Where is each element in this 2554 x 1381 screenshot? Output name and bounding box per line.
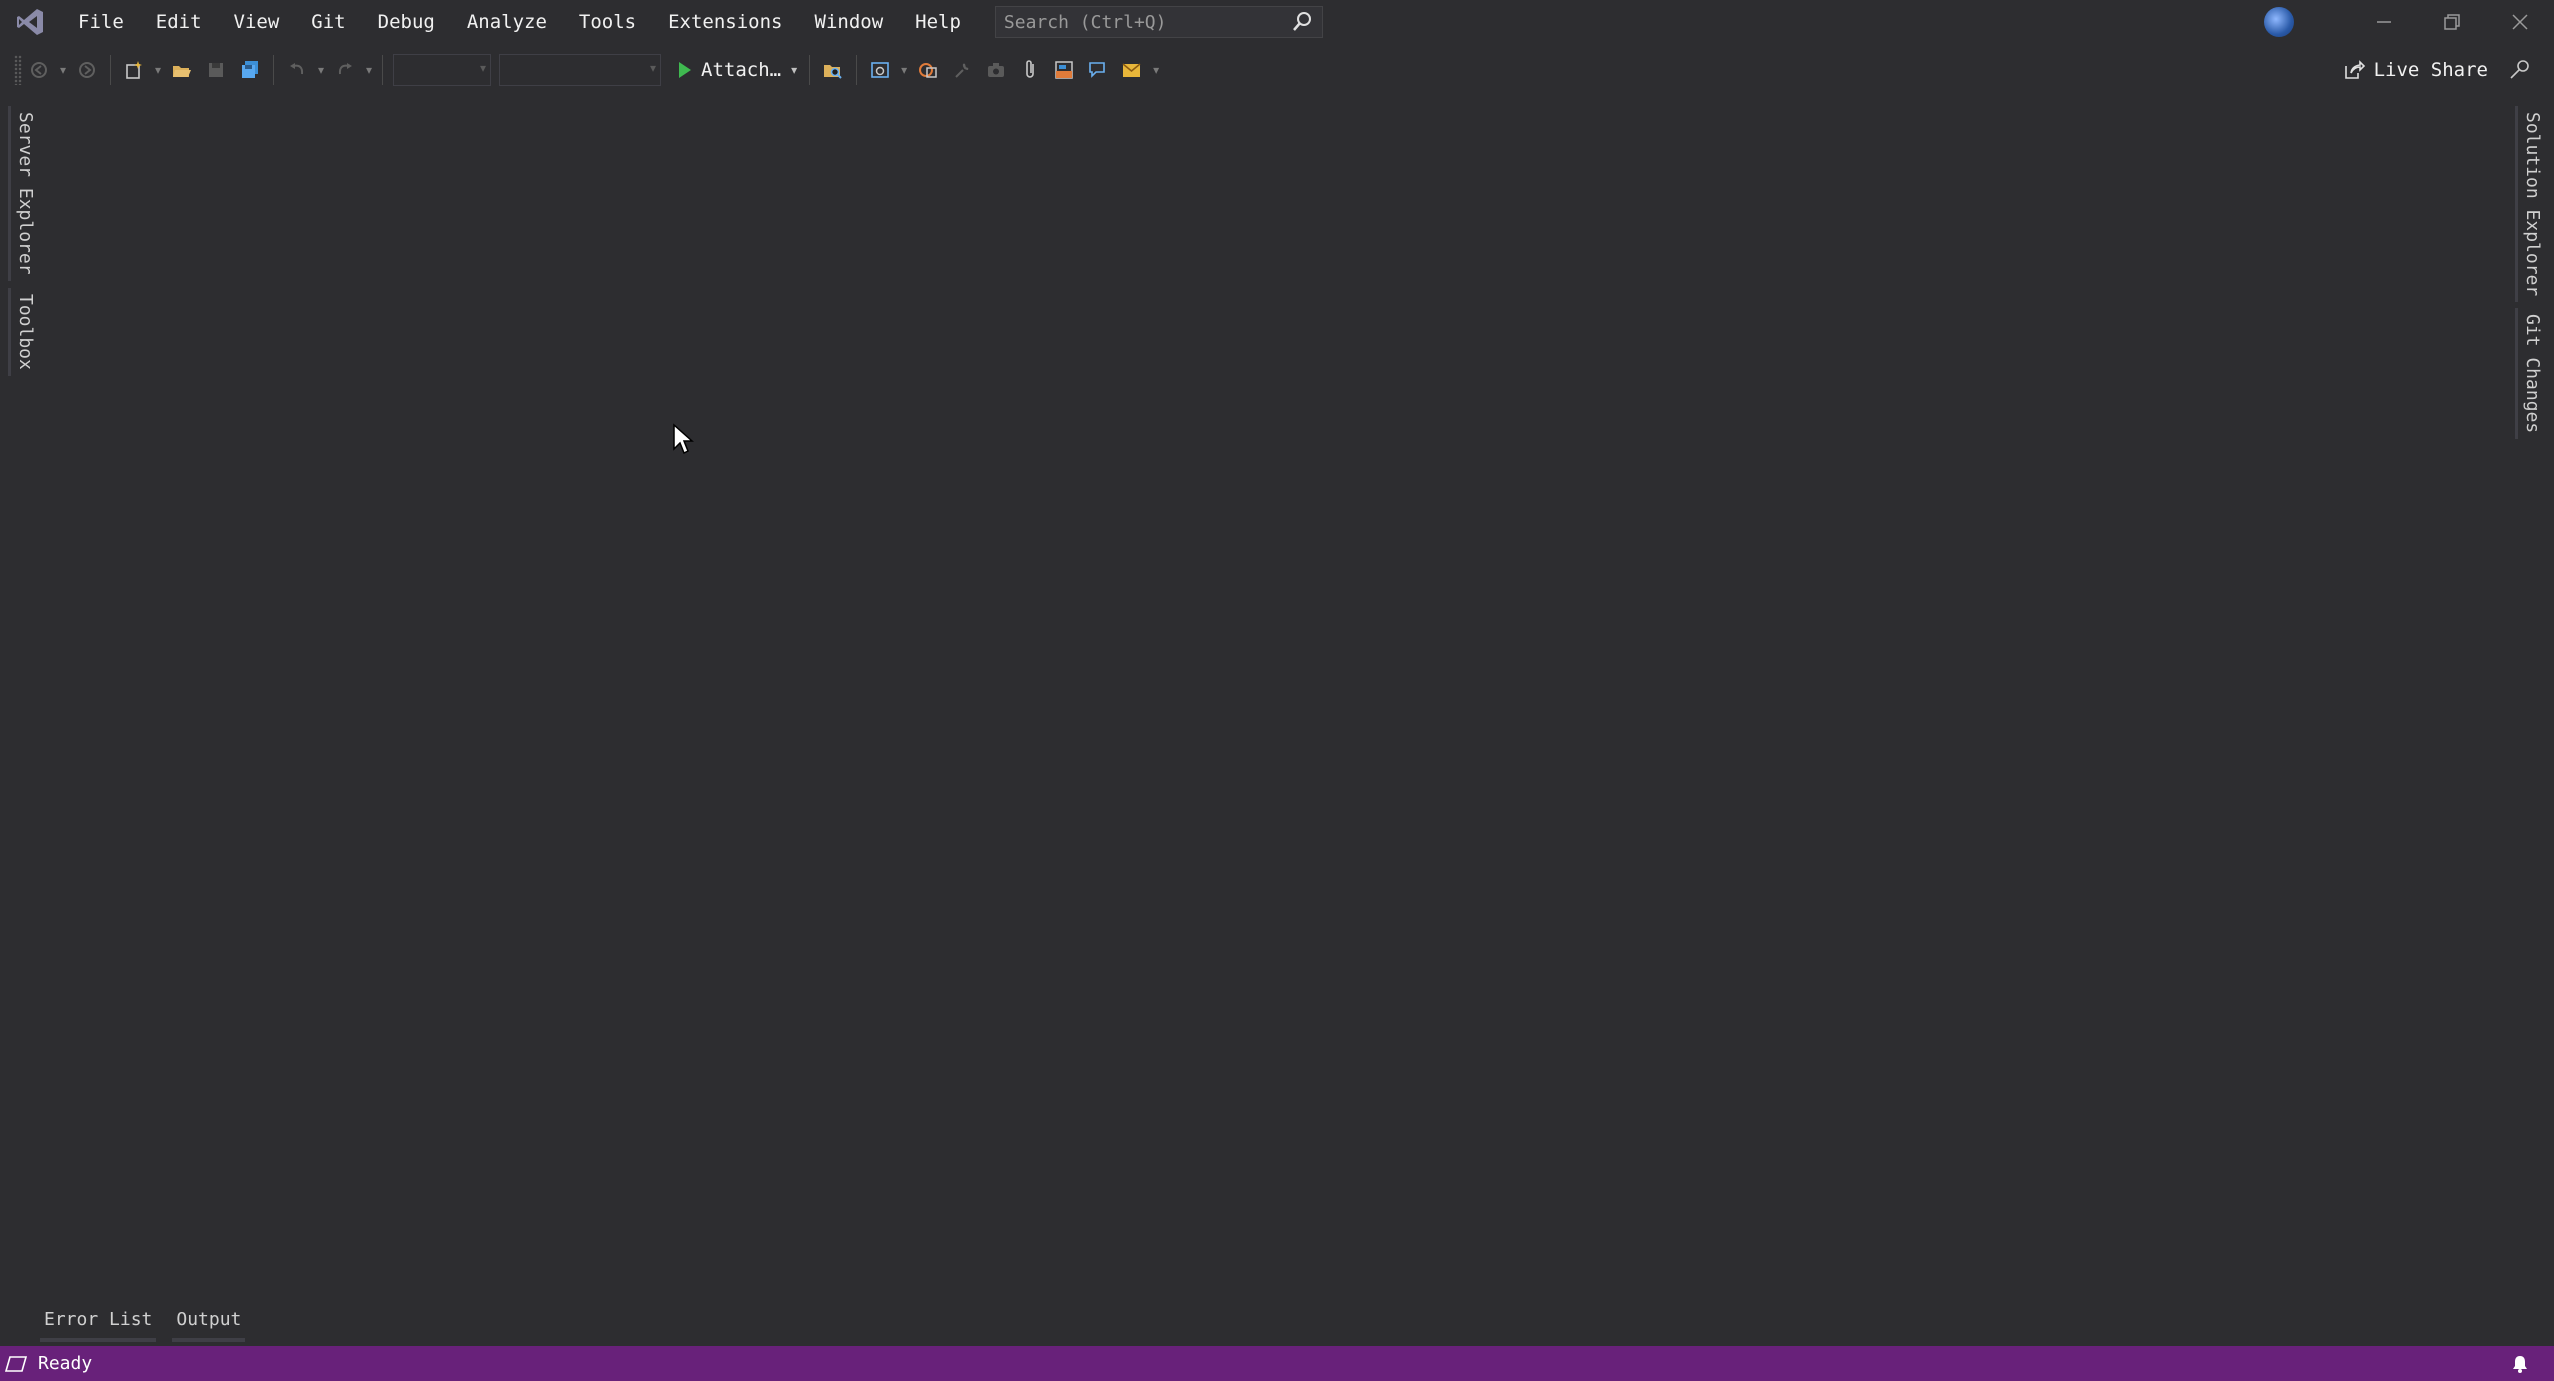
attach-button[interactable]: Attach… ▾: [673, 54, 803, 86]
tab-solution-explorer[interactable]: Solution Explorer: [2515, 106, 2546, 303]
bottom-tool-window-tabs: Error List Output: [40, 1302, 261, 1342]
browser-link-icon[interactable]: [865, 55, 895, 85]
search-placeholder: Search (Ctrl+Q): [1003, 11, 1167, 33]
live-share-button[interactable]: Live Share: [2342, 44, 2488, 96]
right-tool-window-rail: Solution Explorer Git Changes: [2514, 100, 2554, 1340]
menu-git[interactable]: Git: [295, 0, 361, 44]
left-tool-window-rail: Server Explorer Toolbox: [0, 100, 40, 1340]
title-bar: File Edit View Git Debug Analyze Tools E…: [0, 0, 2554, 44]
menu-tools[interactable]: Tools: [563, 0, 652, 44]
mouse-cursor-icon: [673, 423, 694, 455]
search-icon[interactable]: [1290, 10, 1314, 34]
undo-dropdown-icon[interactable]: ▾: [314, 55, 328, 85]
tab-toolbox[interactable]: Toolbox: [8, 288, 36, 376]
undo-icon[interactable]: [282, 55, 312, 85]
wrench-icon[interactable]: [947, 55, 977, 85]
toolbar-grip-icon[interactable]: [14, 55, 22, 85]
visual-studio-logo-icon[interactable]: [10, 0, 50, 44]
browser-link-dropdown-icon[interactable]: ▾: [897, 55, 911, 85]
feedback-mail-icon[interactable]: [1117, 55, 1147, 85]
toolbar-options-icon[interactable]: [913, 55, 943, 85]
share-icon: [2344, 60, 2365, 79]
toolbar-separator: [382, 55, 383, 85]
attach-dropdown-icon[interactable]: ▾: [791, 63, 797, 77]
menu-bar: File Edit View Git Debug Analyze Tools E…: [62, 0, 977, 44]
tab-git-changes[interactable]: Git Changes: [2515, 308, 2546, 440]
play-icon: [679, 62, 691, 78]
pin-icon[interactable]: [2506, 57, 2532, 83]
tab-error-list[interactable]: Error List: [40, 1309, 157, 1342]
paperclip-icon[interactable]: [1015, 55, 1045, 85]
solution-platform-select[interactable]: [499, 54, 661, 86]
menu-file[interactable]: File: [62, 0, 140, 44]
redo-dropdown-icon[interactable]: ▾: [362, 55, 376, 85]
tab-output[interactable]: Output: [172, 1309, 246, 1342]
toolbar-separator: [809, 55, 811, 85]
menu-debug[interactable]: Debug: [362, 0, 451, 44]
standard-toolbar: ▾ ▾ ▾ ▾ Attach… ▾ ▾: [0, 44, 2554, 96]
window-controls: [2264, 0, 2554, 44]
status-ready-icon: [4, 1355, 28, 1372]
save-all-icon[interactable]: [235, 55, 265, 85]
window-layout-icon[interactable]: [1049, 55, 1079, 85]
menu-window[interactable]: Window: [799, 0, 900, 44]
menu-analyze[interactable]: Analyze: [451, 0, 563, 44]
bell-icon[interactable]: [2510, 1354, 2530, 1374]
menu-edit[interactable]: Edit: [140, 0, 218, 44]
navigate-forward-icon[interactable]: [72, 55, 102, 85]
menu-help[interactable]: Help: [899, 0, 977, 44]
minimize-icon[interactable]: [2350, 0, 2418, 44]
comment-icon[interactable]: [1083, 55, 1113, 85]
editor-area: [40, 100, 2514, 1300]
menu-view[interactable]: View: [218, 0, 296, 44]
restore-icon[interactable]: [2418, 0, 2486, 44]
tab-server-explorer[interactable]: Server Explorer: [8, 106, 36, 281]
live-share-label: Live Share: [2373, 59, 2488, 81]
attach-label: Attach…: [701, 59, 782, 81]
menu-extensions[interactable]: Extensions: [652, 0, 798, 44]
solution-configuration-select[interactable]: [393, 54, 491, 86]
navigate-back-dropdown-icon[interactable]: ▾: [56, 55, 70, 85]
camera-icon[interactable]: [981, 55, 1011, 85]
globe-icon[interactable]: [2264, 7, 2294, 37]
toolbar-separator: [856, 55, 858, 85]
find-in-files-icon[interactable]: [818, 55, 848, 85]
toolbar-separator: [110, 55, 111, 85]
new-project-dropdown-icon[interactable]: ▾: [151, 55, 165, 85]
close-icon[interactable]: [2486, 0, 2554, 44]
search-input[interactable]: Search (Ctrl+Q): [994, 6, 1323, 38]
status-text: Ready: [38, 1353, 93, 1374]
navigate-back-icon[interactable]: [24, 55, 54, 85]
toolbar-overflow-icon[interactable]: ▾: [1149, 55, 1163, 85]
redo-icon[interactable]: [330, 55, 360, 85]
toolbar-separator: [273, 55, 274, 85]
status-bar: Ready: [0, 1346, 2554, 1381]
save-icon[interactable]: [201, 55, 231, 85]
new-project-icon[interactable]: [119, 55, 149, 85]
open-folder-icon[interactable]: [167, 55, 197, 85]
